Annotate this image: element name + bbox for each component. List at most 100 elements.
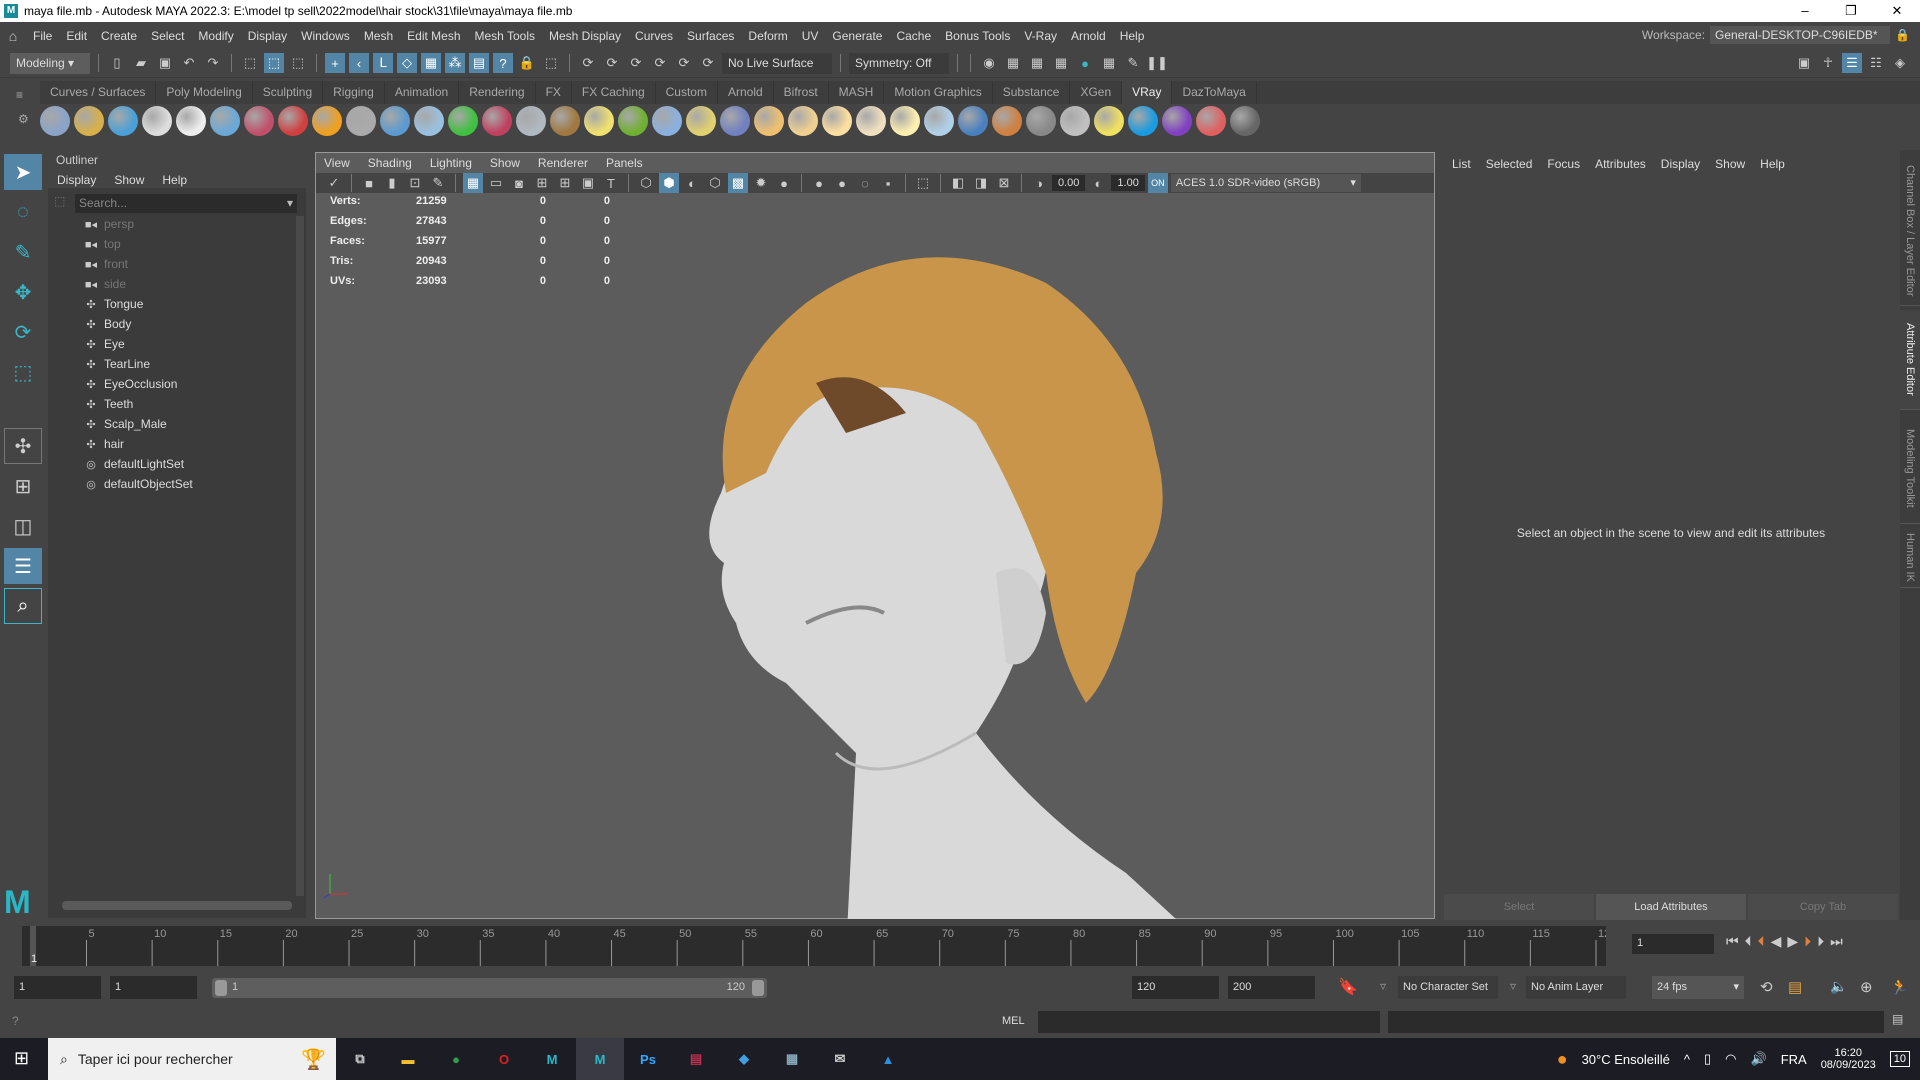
maya-active-icon[interactable]: M bbox=[576, 1038, 624, 1080]
app-icon[interactable]: ◆ bbox=[720, 1038, 768, 1080]
new-scene-icon[interactable]: ▯ bbox=[107, 53, 127, 73]
render-settings-icon[interactable]: ▦ bbox=[1051, 53, 1071, 73]
ambient-occlusion-icon[interactable]: ● bbox=[809, 173, 829, 193]
menu-curves[interactable]: Curves bbox=[628, 29, 680, 43]
minimize-button[interactable]: – bbox=[1782, 0, 1828, 22]
outliner-search-input[interactable]: Search... ▾ bbox=[75, 194, 297, 213]
shelf-tab-custom[interactable]: Custom bbox=[656, 81, 718, 104]
vray-spot-icon[interactable] bbox=[788, 106, 818, 136]
shelf-tab-fx-caching[interactable]: FX Caching bbox=[572, 81, 656, 104]
grid-icon[interactable]: ▦ bbox=[463, 173, 483, 193]
outliner-menu-display[interactable]: Display bbox=[57, 173, 96, 187]
tab-human-ik[interactable]: Human IK bbox=[1900, 528, 1920, 588]
lock-selection-icon[interactable]: 🔒 bbox=[517, 53, 537, 73]
vray-doc-icon[interactable] bbox=[176, 106, 206, 136]
wifi-icon[interactable]: ◠ bbox=[1725, 1051, 1736, 1067]
anim-layer-field[interactable]: No Anim Layer bbox=[1526, 976, 1626, 999]
menu-uv[interactable]: UV bbox=[795, 29, 826, 43]
time-slider[interactable]: 15 10 15 20 25 30 35 40 45 50 55 60 65 70 75 80 85 90 95 10… bbox=[22, 926, 1606, 966]
image-plane-icon[interactable]: ⊡ bbox=[405, 173, 425, 193]
hypershade-icon[interactable]: ● bbox=[1075, 53, 1095, 73]
animation-start-field[interactable]: 1 bbox=[14, 976, 101, 999]
menu-cache[interactable]: Cache bbox=[889, 29, 938, 43]
menu-mesh-display[interactable]: Mesh Display bbox=[542, 29, 628, 43]
gamma-field[interactable]: 1.00 bbox=[1111, 175, 1145, 191]
step-back-frame-icon[interactable]: ⏴ bbox=[1745, 933, 1752, 950]
attribute-menu-selected[interactable]: Selected bbox=[1486, 157, 1533, 171]
menu-bonus-tools[interactable]: Bonus Tools bbox=[938, 29, 1017, 43]
clock[interactable]: 16:20 08/09/2023 bbox=[1821, 1047, 1876, 1071]
menu-display[interactable]: Display bbox=[241, 29, 294, 43]
vray-sphere-icon[interactable] bbox=[210, 106, 240, 136]
calculator-icon[interactable]: ▦ bbox=[768, 1038, 816, 1080]
vray-proxy-icon[interactable] bbox=[74, 106, 104, 136]
range-slider[interactable]: 1 120 bbox=[212, 978, 767, 998]
outliner-menu-show[interactable]: Show bbox=[114, 173, 144, 187]
volume-icon[interactable]: 🔊 bbox=[1751, 1051, 1767, 1067]
undo-icon[interactable]: ↶ bbox=[179, 53, 199, 73]
run-icon[interactable]: 🏃 bbox=[1890, 978, 1909, 996]
photos-icon[interactable]: ▲ bbox=[864, 1038, 912, 1080]
chrome-icon[interactable]: ● bbox=[432, 1038, 480, 1080]
select-component-icon[interactable]: ⬚ bbox=[288, 53, 308, 73]
rotate-tool-icon[interactable]: ⟳ bbox=[4, 314, 42, 350]
vray-mtl-icon[interactable] bbox=[516, 106, 546, 136]
highlight-icon[interactable]: ⬚ bbox=[541, 53, 561, 73]
fps-select[interactable]: 24 fps ▾ bbox=[1652, 976, 1744, 999]
help-icon[interactable] bbox=[1230, 106, 1260, 136]
vray-cone-icon[interactable] bbox=[414, 106, 444, 136]
snap-help-icon[interactable]: ? bbox=[493, 53, 513, 73]
light-editor-icon[interactable]: ✎ bbox=[1123, 53, 1143, 73]
vray-blue-sphere-icon[interactable] bbox=[720, 106, 750, 136]
device-icon[interactable]: ▯ bbox=[1704, 1051, 1711, 1067]
smooth-shade-icon[interactable]: ⬢ bbox=[659, 173, 679, 193]
outliner-item[interactable]: ✣ EyeOcclusion bbox=[48, 374, 292, 394]
vray-texture-icon[interactable] bbox=[550, 106, 580, 136]
vray-palette-icon[interactable] bbox=[1196, 106, 1226, 136]
menu-deform[interactable]: Deform bbox=[741, 29, 794, 43]
filter-icon[interactable]: ⬚ bbox=[54, 194, 65, 208]
shelf-tab-fx[interactable]: FX bbox=[536, 81, 572, 104]
viewport-menu-lighting[interactable]: Lighting bbox=[430, 156, 472, 170]
snap-projected-icon[interactable]: ◇ bbox=[397, 53, 417, 73]
motion-blur-icon[interactable]: ● bbox=[832, 173, 852, 193]
redo-icon[interactable]: ↷ bbox=[203, 53, 223, 73]
chevron-down-icon[interactable]: ▾ bbox=[287, 196, 293, 210]
human-ik-toggle-icon[interactable]: ☥ bbox=[1818, 53, 1838, 73]
vray-green-icon[interactable] bbox=[448, 106, 478, 136]
pause-viewport-icon[interactable]: ❚❚ bbox=[1146, 53, 1168, 73]
two-d-pan-icon[interactable]: ✎ bbox=[428, 173, 448, 193]
anim-prefs-icon[interactable]: ⊕ bbox=[1860, 978, 1873, 996]
animation-end-field[interactable]: 200 bbox=[1228, 976, 1315, 999]
outliner-item[interactable]: ✣ Teeth bbox=[48, 394, 292, 414]
vray-bulb-icon[interactable] bbox=[1094, 106, 1124, 136]
lasso-tool-icon[interactable]: ◌ bbox=[4, 194, 42, 230]
tab-attribute-editor[interactable]: Attribute Editor bbox=[1900, 310, 1920, 410]
outliner-horizontal-scrollbar[interactable] bbox=[62, 901, 292, 910]
menu-modify[interactable]: Modify bbox=[191, 29, 240, 43]
step-back-key-icon[interactable]: ⏴ bbox=[1758, 933, 1765, 950]
vray-sun-icon[interactable] bbox=[890, 106, 920, 136]
file-explorer-icon[interactable]: ▬ bbox=[384, 1038, 432, 1080]
snap-grid-icon[interactable]: + bbox=[325, 53, 345, 73]
attribute-menu-focus[interactable]: Focus bbox=[1547, 157, 1580, 171]
snap-plane-icon[interactable]: ▤ bbox=[469, 53, 489, 73]
select-hierarchy-icon[interactable]: ⬚ bbox=[240, 53, 260, 73]
vray-plug-icon[interactable] bbox=[142, 106, 172, 136]
snap-curve-icon[interactable]: ‹ bbox=[349, 53, 369, 73]
vray-snow-icon[interactable] bbox=[652, 106, 682, 136]
photoshop-icon[interactable]: Ps bbox=[624, 1038, 672, 1080]
select-object-icon[interactable]: ⬚ bbox=[264, 53, 284, 73]
vray-cloud-icon[interactable] bbox=[1128, 106, 1158, 136]
vray-bug-icon[interactable] bbox=[482, 106, 512, 136]
cache-playback-icon[interactable]: ▤ bbox=[1788, 978, 1802, 996]
playback-start-field[interactable]: 1 bbox=[110, 976, 197, 999]
search-tool-icon[interactable]: ⌕ bbox=[4, 588, 42, 624]
outliner-item[interactable]: ■◂ persp bbox=[48, 214, 292, 234]
play-backwards-icon[interactable]: ◀ bbox=[1771, 933, 1782, 950]
viewport-panel[interactable]: View Shading Lighting Show Renderer Panels ✓ … bbox=[315, 152, 1435, 919]
outliner-item[interactable]: ✣ TearLine bbox=[48, 354, 292, 374]
resolution-gate-icon[interactable]: ◙ bbox=[509, 173, 529, 193]
color-management-toggle-icon[interactable]: ON bbox=[1147, 173, 1168, 193]
menu-create[interactable]: Create bbox=[94, 29, 144, 43]
